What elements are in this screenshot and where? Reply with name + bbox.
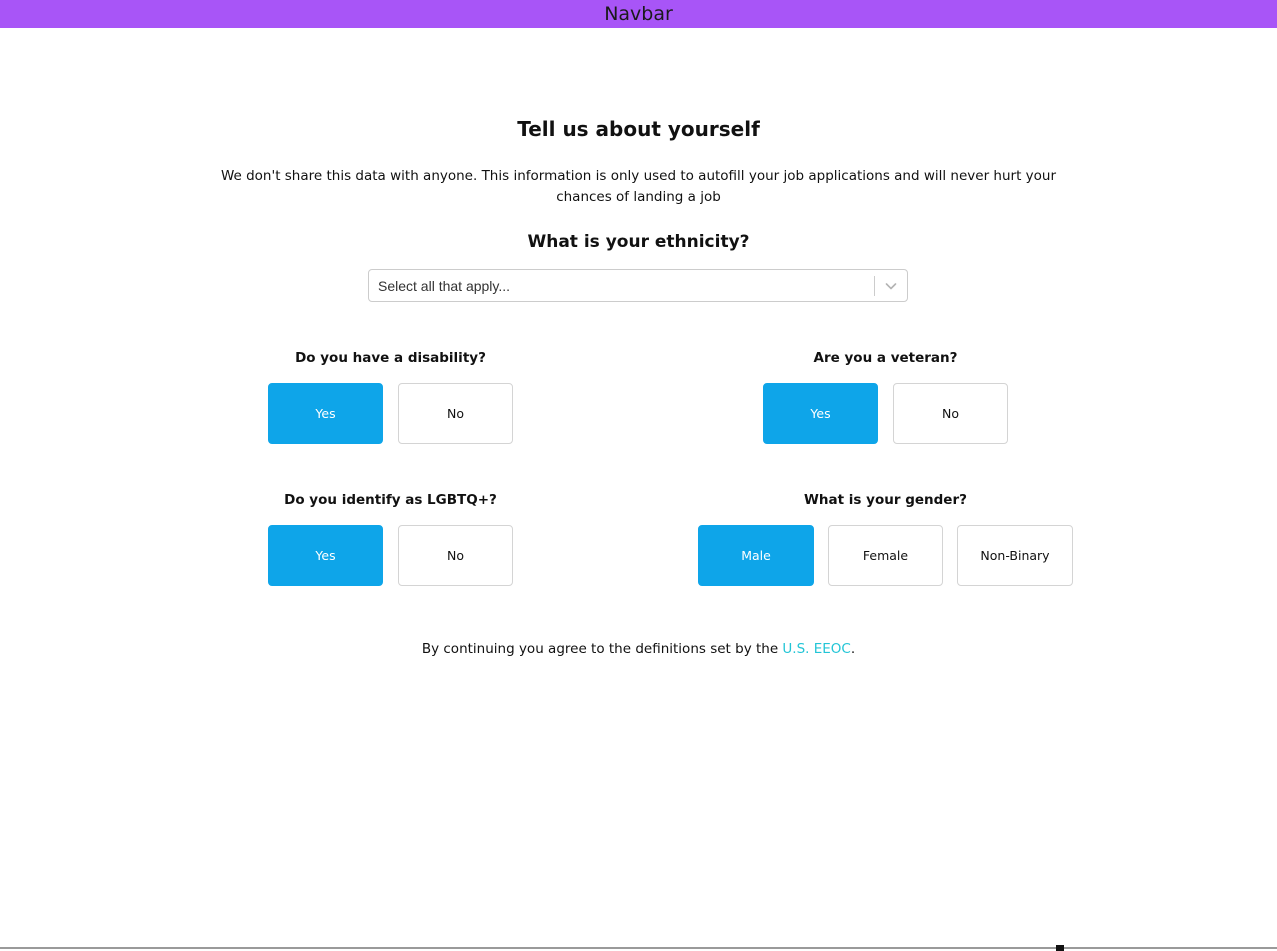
page-subtitle: We don't share this data with anyone. Th…: [220, 168, 1057, 205]
navbar: Navbar: [0, 0, 1277, 28]
disability-yes-button[interactable]: Yes: [268, 383, 383, 444]
footer-text: By continuing you agree to the definitio…: [421, 641, 783, 657]
bottom-divider: [0, 947, 1277, 949]
veteran-no-button[interactable]: No: [893, 383, 1008, 444]
lgbtq-question: Do you identify as LGBTQ+?: [284, 492, 497, 508]
disability-question: Do you have a disability?: [295, 350, 486, 366]
chevron-down-icon[interactable]: [875, 270, 907, 301]
gender-non-binary-button[interactable]: Non-Binary: [957, 525, 1073, 586]
footer-note: By continuing you agree to the definitio…: [0, 638, 1277, 660]
gender-female-button[interactable]: Female: [828, 525, 943, 586]
ethnicity-select-placeholder: Select all that apply...: [378, 277, 511, 294]
eeoc-link[interactable]: U.S. EEOC: [782, 641, 850, 657]
lgbtq-no-button[interactable]: No: [398, 525, 513, 586]
gender-male-button[interactable]: Male: [698, 525, 814, 586]
page-title: Tell us about yourself: [517, 117, 760, 141]
ethnicity-select[interactable]: Select all that apply...: [368, 269, 908, 302]
lgbtq-yes-button[interactable]: Yes: [268, 525, 383, 586]
navbar-title: Navbar: [604, 3, 673, 25]
footer-period: .: [850, 641, 856, 657]
gender-question: What is your gender?: [804, 492, 967, 508]
bottom-edge-mark: [1056, 945, 1064, 951]
disability-no-button[interactable]: No: [398, 383, 513, 444]
ethnicity-question: What is your ethnicity?: [527, 232, 750, 252]
veteran-yes-button[interactable]: Yes: [763, 383, 878, 444]
veteran-question: Are you a veteran?: [813, 350, 958, 366]
